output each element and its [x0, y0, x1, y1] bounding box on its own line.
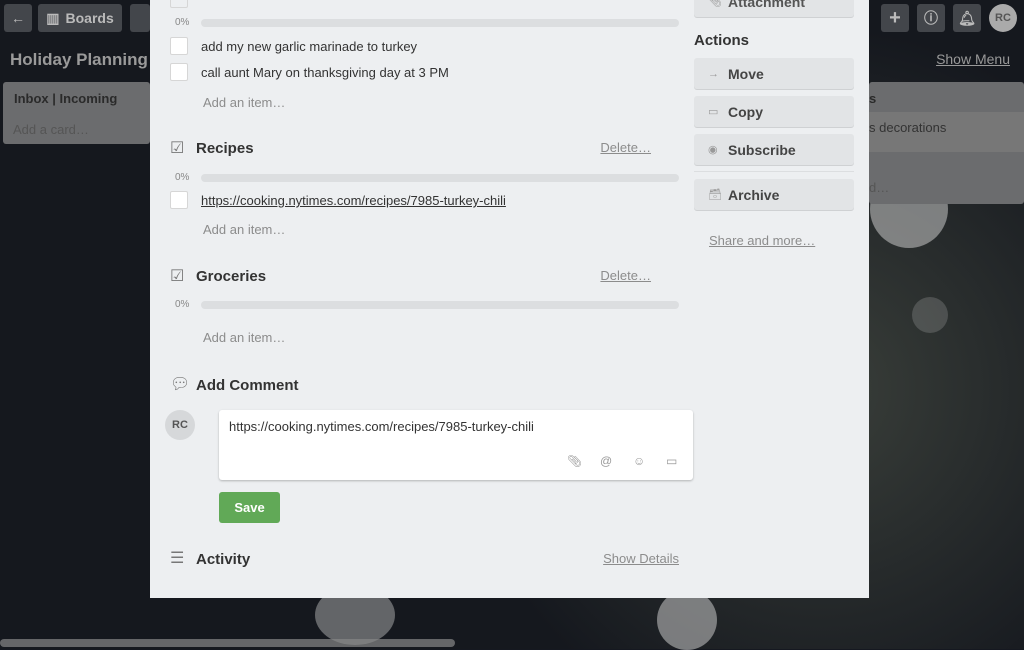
copy-icon: ▭ [708, 106, 719, 118]
eye-icon: ◉ [708, 144, 718, 156]
add-item-link[interactable]: Add an item… [203, 330, 285, 345]
checklist-icon: ☑ [170, 140, 185, 157]
copy-button[interactable]: ▭ Copy [694, 96, 854, 127]
progress-bar [201, 301, 679, 309]
attachment-icon: 📎︎ [708, 0, 722, 8]
add-button[interactable]: + [881, 4, 909, 32]
show-menu-link[interactable]: Show Menu [936, 51, 1010, 67]
checklist-item[interactable]: add my new garlic marinade to turkey [201, 39, 417, 54]
actions-heading: Actions [694, 32, 750, 49]
checklist-item-link[interactable]: https://cooking.nytimes.com/recipes/7985… [201, 193, 506, 208]
commenter-avatar: RC [165, 410, 195, 440]
list-right: s s decorations d… [869, 82, 1024, 204]
checklist-title[interactable]: Groceries [196, 268, 266, 285]
list-inbox: Inbox | Incoming Add a card… [3, 82, 150, 144]
comment-text[interactable]: https://cooking.nytimes.com/recipes/7985… [229, 419, 534, 434]
subscribe-button[interactable]: ◉ Subscribe [694, 134, 854, 165]
add-item-link[interactable]: Add an item… [203, 95, 285, 110]
back-button[interactable]: ← [4, 4, 32, 32]
emoji-icon[interactable]: ☺ [633, 454, 645, 468]
item-checkbox[interactable] [170, 37, 188, 55]
attachment-button[interactable]: 📎︎ Attachment [694, 0, 854, 17]
user-avatar[interactable]: RC [989, 4, 1017, 32]
add-card-link[interactable]: Add a card… [13, 122, 89, 137]
progress-bar [201, 174, 679, 182]
checklist-icon: ☑ [170, 268, 185, 285]
item-checkbox[interactable] [170, 63, 188, 81]
add-card-link[interactable]: d… [869, 180, 889, 195]
bokeh [912, 297, 948, 333]
archive-icon: 🗃︎ [708, 189, 722, 201]
search-button[interactable] [130, 4, 150, 32]
add-item-link[interactable]: Add an item… [203, 222, 285, 237]
activity-heading: Activity [196, 551, 251, 568]
divider [694, 171, 854, 172]
checklist-icon [170, 0, 188, 8]
attachment-icon[interactable]: 📎︎ [567, 454, 582, 468]
mention-icon[interactable]: @ [600, 454, 612, 468]
board-title[interactable]: Holiday Planning [10, 50, 148, 70]
notifications-bell-icon[interactable]: 🔔︎ [953, 4, 981, 32]
progress-bar [201, 19, 679, 27]
arrow-right-icon: → [708, 67, 719, 80]
item-checkbox[interactable] [170, 191, 188, 209]
progress-percent: 0% [175, 172, 190, 183]
card[interactable]: s decorations [869, 112, 1024, 152]
progress-percent: 0% [175, 299, 190, 310]
archive-button[interactable]: 🗃︎ Archive [694, 179, 854, 210]
horizontal-scrollbar[interactable] [0, 639, 455, 647]
comment-icon: 💬︎ [170, 376, 191, 393]
add-comment-heading: Add Comment [196, 377, 299, 394]
share-link[interactable]: Share and more… [709, 233, 815, 248]
info-button[interactable]: ⓘ [917, 4, 945, 32]
checklist-item[interactable]: call aunt Mary on thanksgiving day at 3 … [201, 65, 449, 80]
delete-checklist-link[interactable]: Delete… [600, 268, 651, 283]
checklist-title[interactable]: Recipes [196, 140, 254, 157]
save-button[interactable]: Save [219, 492, 280, 523]
progress-percent: 0% [175, 17, 190, 28]
show-details-link[interactable]: Show Details [603, 551, 679, 566]
card-detail-modal: 0% add my new garlic marinade to turkey … [150, 0, 869, 598]
delete-checklist-link[interactable]: Delete… [600, 140, 651, 155]
list-title[interactable]: Inbox | Incoming [14, 91, 117, 106]
card-icon[interactable]: ▭ [666, 454, 677, 468]
bokeh [657, 590, 717, 650]
boards-icon: ▥ [46, 9, 60, 26]
move-button[interactable]: → Move [694, 58, 854, 89]
list-title: s [869, 91, 877, 106]
comment-input[interactable]: https://cooking.nytimes.com/recipes/7985… [219, 410, 693, 480]
boards-button[interactable]: ▥ Boards [38, 4, 122, 32]
activity-icon: ☰ [170, 550, 185, 567]
